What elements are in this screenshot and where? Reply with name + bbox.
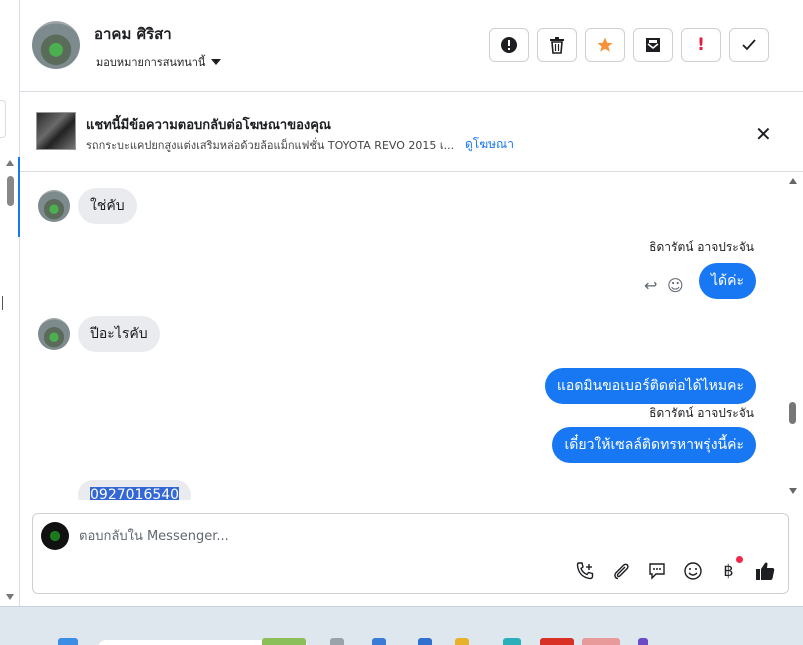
- like-icon[interactable]: [753, 558, 776, 583]
- envelope-icon: [646, 38, 660, 52]
- ad-banner-title: แชทนี้มีข้อความตอบกลับต่อโฆษณาของคุณ: [86, 118, 331, 133]
- message-composer: ฿: [32, 513, 789, 594]
- baht-icon[interactable]: ฿: [717, 556, 743, 583]
- assign-conversation-dropdown[interactable]: มอบหมายการสนทนานี้: [96, 53, 222, 71]
- outgoing-message[interactable]: เดี๋ยวให้เซลล์ติดทรหาพรุ่งนี้ค่ะ: [552, 427, 756, 463]
- important-button[interactable]: !: [681, 28, 721, 62]
- taskbar-app-icon[interactable]: [582, 638, 620, 645]
- left-panel-tab[interactable]: [0, 100, 6, 138]
- ad-thumbnail[interactable]: [36, 112, 76, 150]
- thread-scrollbar[interactable]: [785, 172, 799, 498]
- delete-button[interactable]: [537, 28, 577, 62]
- scrollbar-thumb[interactable]: [789, 402, 796, 424]
- view-ad-link[interactable]: ดูโฆษณา: [465, 135, 514, 154]
- star-button[interactable]: [585, 28, 625, 62]
- contact-avatar[interactable]: [32, 21, 80, 69]
- ad-reply-banner: แชทนี้มีข้อความตอบกลับต่อโฆษณาของคุณ รถก…: [20, 92, 803, 172]
- taskbar-app-icon[interactable]: [330, 638, 344, 645]
- sender-name: ธิดารัตน์ อาจประจัน: [649, 406, 754, 420]
- left-scroll-down-arrow[interactable]: [6, 594, 14, 600]
- taskbar-app-icon[interactable]: [540, 638, 574, 645]
- exclamation-icon: !: [697, 35, 705, 55]
- sender-name: ธิดารัตน์ อาจประจัน: [649, 240, 754, 254]
- star-icon: [597, 37, 613, 52]
- contact-avatar-small: [38, 190, 70, 222]
- react-emoji-icon[interactable]: ☺: [667, 276, 684, 295]
- alert-icon: [501, 37, 517, 53]
- contact-avatar-small: [38, 318, 70, 350]
- mark-unread-button[interactable]: [633, 28, 673, 62]
- taskbar-app-icon[interactable]: [372, 638, 386, 645]
- conversation-actions: !: [489, 28, 769, 62]
- assign-label: มอบหมายการสนทนานี้: [96, 56, 206, 69]
- taskbar-app-icon[interactable]: [638, 638, 648, 645]
- contact-name[interactable]: อาคม ศิริสา: [94, 22, 172, 46]
- taskbar-app-icon[interactable]: [262, 638, 306, 645]
- left-scroll-up-arrow[interactable]: [6, 160, 14, 166]
- check-icon: [742, 39, 756, 51]
- report-button[interactable]: [489, 28, 529, 62]
- left-panel-edge: [0, 0, 20, 606]
- add-call-icon[interactable]: [573, 558, 596, 583]
- taskbar-app-icon[interactable]: [418, 638, 432, 645]
- outgoing-message[interactable]: ได้ค่ะ: [698, 263, 756, 299]
- trash-icon: [550, 37, 564, 54]
- close-icon[interactable]: ✕: [755, 122, 772, 146]
- reply-icon[interactable]: ↩: [644, 276, 657, 295]
- emoji-icon[interactable]: [681, 558, 704, 583]
- conversation-header: อาคม ศิริสา มอบหมายการสนทนานี้ !: [20, 0, 803, 92]
- conversation-panel: อาคม ศิริสา มอบหมายการสนทนานี้ ! แชทนี้ม…: [20, 0, 803, 606]
- taskbar-app-icon[interactable]: [455, 638, 469, 645]
- notification-dot: [736, 556, 743, 563]
- page-avatar: [41, 522, 69, 550]
- composer-tools: ฿: [573, 556, 776, 583]
- incoming-message[interactable]: 0927016540: [78, 480, 192, 500]
- taskbar-app-icon[interactable]: [503, 638, 521, 645]
- saved-reply-icon[interactable]: [645, 558, 668, 583]
- selected-phone-number[interactable]: 0927016540: [90, 487, 180, 500]
- incoming-message[interactable]: ใช่คับ: [78, 188, 137, 224]
- reply-input[interactable]: [79, 524, 679, 548]
- message-thread: ใช่คับ ธิดารัตน์ อาจประจัน ↩ ☺ ได้ค่ะ ปี…: [20, 172, 803, 500]
- incoming-message[interactable]: ปีอะไรคับ: [78, 316, 160, 352]
- scroll-down-arrow[interactable]: [789, 488, 797, 494]
- os-taskbar: [0, 606, 803, 645]
- outgoing-message[interactable]: แอดมินขอเบอร์ติดต่อได้ไหมคะ: [544, 368, 756, 404]
- left-scrollbar-thumb[interactable]: [7, 176, 14, 206]
- attach-icon[interactable]: [609, 558, 632, 583]
- chevron-down-icon: [211, 59, 222, 65]
- scroll-up-arrow[interactable]: [789, 178, 797, 184]
- start-icon[interactable]: [58, 638, 78, 645]
- left-panel-divider: [2, 296, 6, 310]
- done-button[interactable]: [729, 28, 769, 62]
- ad-description: รถกระบะแคปยกสูงแต่งเสริมหล่อด้วยล้อแม็กแ…: [86, 139, 455, 152]
